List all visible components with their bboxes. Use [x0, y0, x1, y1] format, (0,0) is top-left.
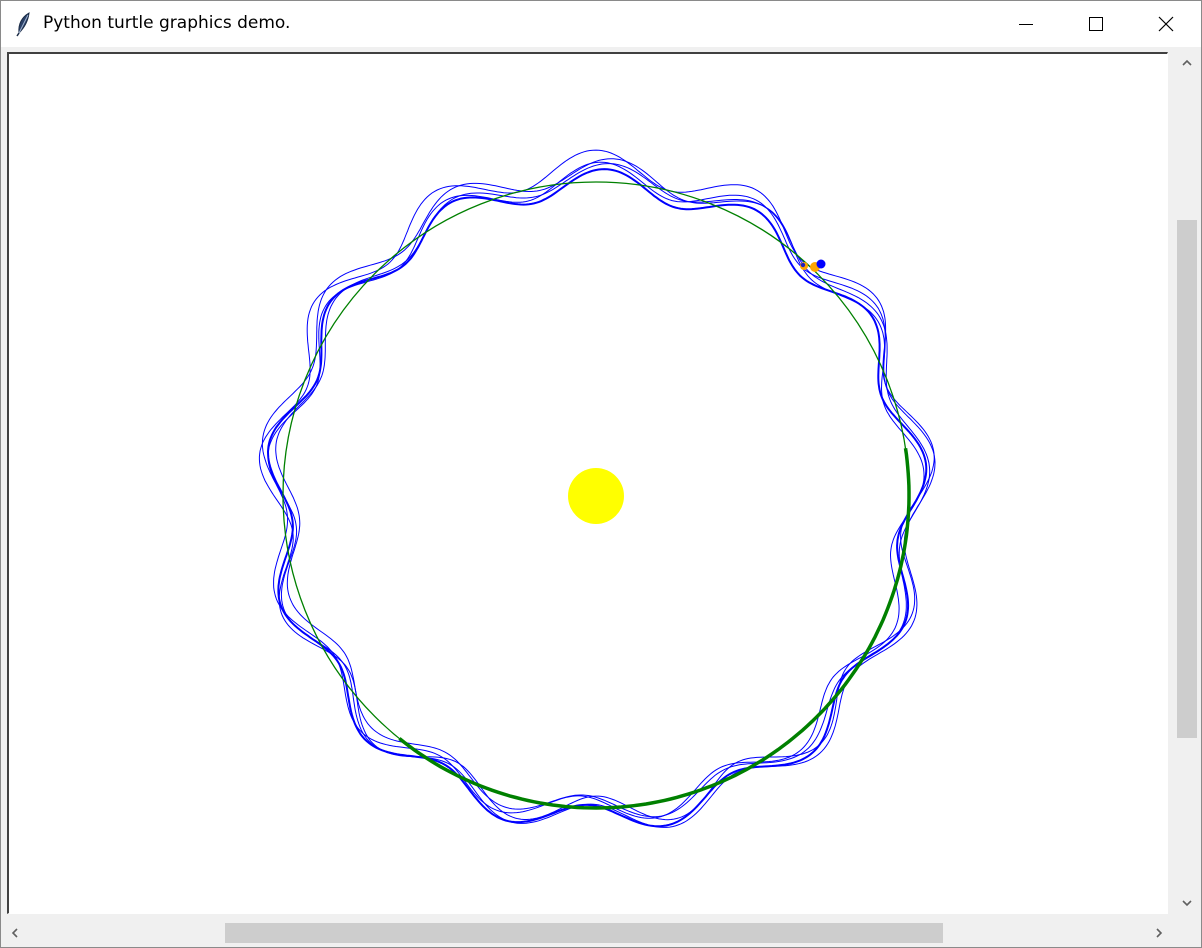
horizontal-scrollbar[interactable]	[1, 919, 1173, 947]
sun	[568, 468, 624, 524]
vertical-scrollbar[interactable]	[1173, 51, 1201, 917]
chevron-left-icon[interactable]	[9, 927, 21, 939]
turtle-canvas[interactable]	[7, 52, 1168, 914]
minimize-button[interactable]	[991, 1, 1061, 47]
maximize-icon	[1089, 17, 1103, 31]
chevron-up-icon[interactable]	[1181, 57, 1193, 69]
chevron-down-icon[interactable]	[1181, 897, 1193, 909]
close-button[interactable]	[1131, 1, 1201, 47]
title-bar[interactable]: Python turtle graphics demo.	[1, 1, 1201, 47]
app-window: Python turtle graphics demo.	[0, 0, 1202, 948]
maximize-button[interactable]	[1061, 1, 1131, 47]
vertical-scroll-thumb[interactable]	[1177, 220, 1197, 738]
horizontal-scroll-thumb[interactable]	[225, 923, 943, 943]
window-title: Python turtle graphics demo.	[43, 13, 291, 33]
feather-icon	[13, 11, 35, 37]
minimize-icon	[1019, 24, 1033, 25]
drawing-surface	[258, 149, 936, 828]
orbit-circle-segment	[398, 447, 911, 810]
close-icon	[1158, 16, 1174, 32]
chevron-right-icon[interactable]	[1153, 927, 1165, 939]
